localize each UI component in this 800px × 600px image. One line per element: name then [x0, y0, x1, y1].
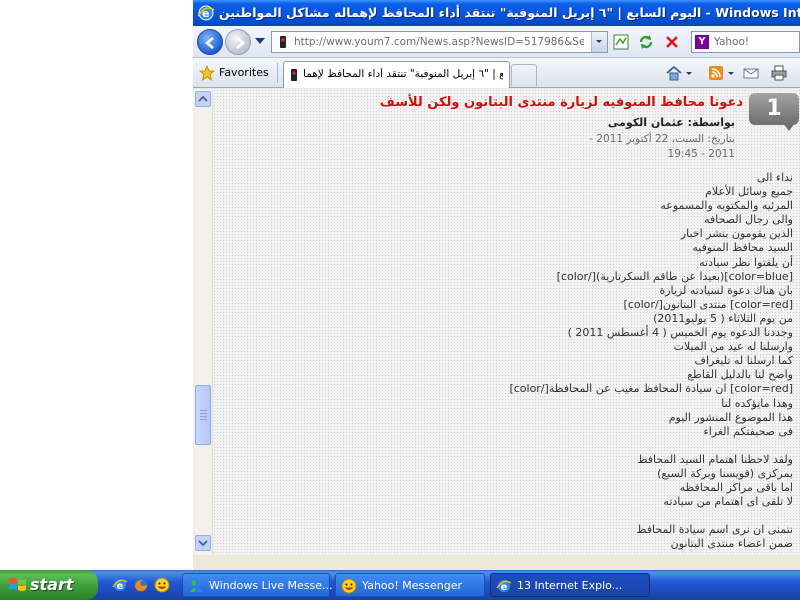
comment-line: الذين يقومون بنشر اخبار	[680, 227, 793, 241]
comment-line: جميع وسائل الأعلام	[705, 185, 793, 199]
tab-label: اليوم السابع | "٦ إبريل المنوفية" تنتقد …	[303, 68, 503, 80]
comment-author: بواسطة: عثمان الكومى	[607, 116, 735, 129]
comment-background: 1 دعونا محافظ المنوفيه لزيارة منتدى البت…	[213, 89, 800, 555]
rss-feed-icon[interactable]	[707, 64, 725, 82]
task-windows-live-messenger[interactable]: Windows Live Messe...	[182, 573, 333, 597]
comment-line: وهذا مايؤكده لنا	[721, 396, 793, 410]
desktop-blank-area	[0, 0, 193, 570]
compatibility-view-icon[interactable]	[612, 33, 630, 51]
ie-icon: e	[496, 580, 512, 593]
comment-line: ولقد لاحظنا اهتمام السيد المحافظ	[637, 452, 793, 466]
comment-line: نتمنى ان نرى اسم سيادة المحافظ	[636, 523, 793, 537]
address-toolbar: http://www.youm7.com/News.asp?NewsID=517…	[193, 26, 800, 58]
title-bar[interactable]: e اليوم السابع | "٦ إبريل المنوفية" تنتق…	[193, 0, 800, 26]
scroll-thumb[interactable]	[195, 385, 211, 445]
address-dropdown-button[interactable]	[591, 32, 607, 52]
scroll-up-button[interactable]	[195, 91, 211, 107]
messenger-icon	[190, 580, 202, 592]
home-icon[interactable]	[665, 64, 683, 82]
comment-line: واضح لنا بالدليل القاطع	[687, 368, 793, 382]
comment-line	[363, 509, 793, 523]
comment-line: اما باقى مراكز المحافظه	[679, 481, 793, 495]
print-icon[interactable]	[770, 64, 788, 82]
comment-line: لا تلقى اى اهتمام من سيادته	[663, 495, 793, 509]
vertical-scrollbar[interactable]	[193, 89, 213, 555]
comment-title: دعونا محافظ المنوفيه لزيارة منتدى البتان…	[379, 95, 743, 110]
comment-line: والى رجال الصحافه	[704, 213, 793, 227]
comment-line: بمركزى (قويسنا وبركة السبع)	[657, 466, 793, 480]
task-label: Yahoo! Messenger	[362, 579, 463, 592]
task-yahoo-messenger[interactable]: Yahoo! Messenger	[335, 573, 485, 597]
comment-line: بان هناك دعوة لسيادته لزيارة	[659, 283, 793, 297]
comment-time: 19:45 - 2011	[667, 148, 735, 160]
yahoo-messenger-quicklaunch-icon[interactable]	[154, 577, 170, 593]
tab-active[interactable]: اليوم السابع | "٦ إبريل المنوفية" تنتقد …	[283, 61, 510, 88]
page-icon	[280, 36, 286, 48]
page-content: 1 دعونا محافظ المنوفيه لزيارة منتدى البت…	[193, 89, 800, 555]
star-icon	[199, 65, 215, 81]
search-box[interactable]: Y Yahoo!	[691, 31, 800, 53]
windows-flag-icon	[9, 578, 26, 591]
comment-line: هذا الموضوع المنشور اليوم	[668, 410, 793, 424]
comment-line: من يوم الثلاثاء ( 5 يوليو2011)	[653, 311, 793, 325]
comment-line: فى صحيفتكم الغراء	[703, 424, 793, 438]
refresh-icon[interactable]	[637, 33, 655, 51]
firefox-quicklaunch-icon[interactable]	[133, 577, 149, 593]
comment-line: وارسلنا له عيد من الميلات	[673, 340, 793, 354]
comment-line: السيد محافظ المنوفيه	[692, 241, 793, 255]
forward-button[interactable]	[225, 29, 251, 55]
start-label: start	[30, 575, 74, 594]
comment-line: [color=red] ان سيادة المحافظ مغيب عن الم…	[509, 382, 793, 396]
comment-line: ضمن اعضاء منتدى البتانون	[670, 537, 793, 551]
comment-line: وجددنا الدعوه يوم الخميس ( 4 أغسطس 2011 …	[567, 326, 793, 340]
comment-date: بتاريخ: السبت، 22 أكتوبر 2011 -	[589, 133, 735, 145]
tab-separator	[277, 63, 278, 83]
tab-row: Favorites اليوم السابع | "٦ إبريل المنوف…	[193, 58, 800, 88]
chevron-down-icon[interactable]	[727, 64, 735, 82]
stop-icon[interactable]	[663, 33, 681, 51]
arrow-left-icon	[205, 37, 214, 49]
scroll-down-button[interactable]	[195, 535, 211, 551]
arrow-right-icon	[236, 37, 245, 49]
comment-line: المرئيه والمكتوبه والمسموعه	[660, 199, 793, 213]
task-label: 13 Internet Explo...	[517, 579, 623, 592]
comment-body: نداء الى جميع وسائل الأعلام المرئيه والمكت…	[363, 171, 793, 552]
task-internet-explorer[interactable]: e 13 Internet Explo...	[490, 573, 650, 597]
url-text[interactable]: http://www.youm7.com/News.asp?NewsID=517…	[294, 36, 584, 48]
back-button[interactable]	[197, 29, 223, 55]
mail-icon[interactable]	[742, 64, 760, 82]
comment-badge-tail	[783, 123, 795, 131]
comment-line: نداء الى	[756, 171, 793, 184]
page-icon	[291, 69, 297, 81]
chevron-down-icon	[596, 40, 602, 43]
internet-explorer-window: e اليوم السابع | "٦ إبريل المنوفية" تنتق…	[193, 0, 800, 570]
window-title: اليوم السابع | "٦ إبريل المنوفية" تنتقد …	[219, 5, 800, 20]
comment-line	[363, 439, 793, 453]
new-tab-button[interactable]	[511, 64, 537, 86]
task-label: Windows Live Messe...	[209, 579, 333, 592]
taskbar: start e Windows Live Messe... Yahoo! Mes…	[0, 570, 800, 600]
start-button[interactable]: start	[0, 570, 98, 600]
comment-line: [color=red] منتدى البتانون[/color]	[623, 297, 793, 311]
yahoo-icon: Y	[695, 35, 709, 49]
search-placeholder: Yahoo!	[714, 36, 750, 48]
chevron-down-icon	[198, 540, 208, 547]
comment-number-badge: 1	[749, 93, 799, 125]
comment-line: [color=blue](بعيدا عن طاقم السكرتارية)[/…	[556, 269, 793, 283]
address-bar[interactable]: http://www.youm7.com/News.asp?NewsID=517…	[271, 31, 608, 53]
yahoo-messenger-icon	[341, 578, 357, 594]
ie-quicklaunch-icon[interactable]: e	[112, 577, 128, 593]
recent-pages-dropdown-icon[interactable]	[255, 38, 265, 44]
ie-logo-icon: e	[197, 5, 215, 21]
chevron-down-icon[interactable]	[685, 64, 693, 82]
favorites-label: Favorites	[219, 66, 269, 79]
chevron-up-icon	[198, 95, 208, 102]
comment-line: كما ارسلنا له تليغراف	[694, 354, 793, 368]
comment-line: أن يلفتوا نظر سيادته	[699, 255, 793, 269]
